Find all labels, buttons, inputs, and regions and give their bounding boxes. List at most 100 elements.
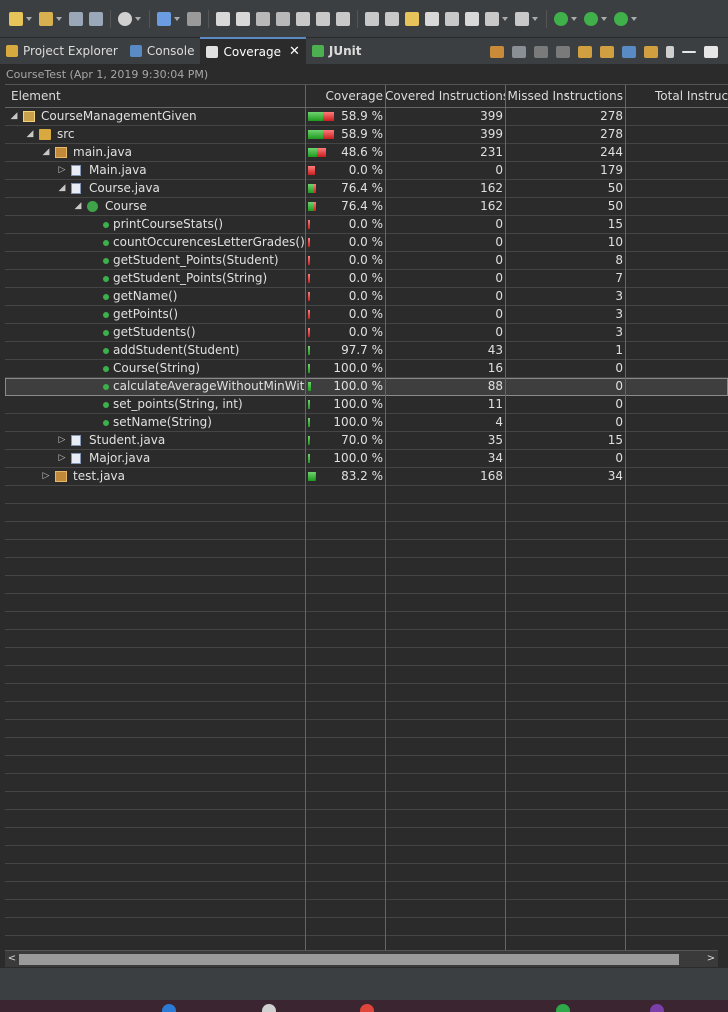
skip-breakpoints-icon[interactable] bbox=[187, 11, 201, 26]
table-row[interactable]: ◢ Course.java 76.4 % 162 50 bbox=[5, 180, 728, 198]
dropdown-arrow-icon[interactable] bbox=[26, 16, 32, 21]
step-return-icon[interactable] bbox=[336, 11, 350, 26]
resume-icon[interactable] bbox=[216, 11, 230, 26]
coverage-session-icon[interactable] bbox=[512, 45, 526, 58]
whitespace-icon[interactable] bbox=[515, 11, 529, 26]
debug-icon[interactable] bbox=[614, 11, 628, 26]
run-coverage-icon[interactable] bbox=[554, 11, 568, 26]
user-icon[interactable] bbox=[118, 11, 132, 26]
new-icon[interactable] bbox=[9, 11, 23, 26]
table-row[interactable]: ▷ Major.java 100.0 % 34 0 bbox=[5, 450, 728, 468]
collapsed-twisty-icon[interactable]: ▷ bbox=[57, 162, 67, 179]
column-divider[interactable] bbox=[305, 85, 306, 950]
save-all-icon[interactable] bbox=[89, 11, 103, 26]
link-with-editor-icon[interactable] bbox=[644, 45, 658, 58]
column-divider[interactable] bbox=[385, 85, 386, 950]
table-row[interactable]: printCourseStats() 0.0 % 0 15 bbox=[5, 216, 728, 234]
column-header-element[interactable]: Element bbox=[5, 85, 305, 108]
merge-sessions-icon[interactable] bbox=[578, 45, 592, 58]
table-row[interactable]: ◢ main.java 48.6 % 231 244 bbox=[5, 144, 728, 162]
view-menu-icon[interactable] bbox=[666, 45, 674, 58]
export-session-icon[interactable] bbox=[490, 45, 504, 58]
maximize-icon[interactable] bbox=[704, 45, 718, 58]
dropdown-arrow-icon[interactable] bbox=[135, 16, 141, 21]
expanded-twisty-icon[interactable]: ◢ bbox=[9, 108, 19, 125]
coverage-bar bbox=[308, 238, 310, 247]
column-header-covered-instructions[interactable]: Covered Instructions bbox=[385, 85, 505, 108]
save-icon[interactable] bbox=[69, 11, 83, 26]
console-icon[interactable] bbox=[157, 11, 171, 26]
collapse-all-icon[interactable] bbox=[622, 45, 636, 58]
collapsed-twisty-icon[interactable]: ▷ bbox=[57, 450, 67, 467]
remove-session-icon[interactable] bbox=[534, 45, 548, 58]
collapsed-twisty-icon[interactable]: ▷ bbox=[57, 432, 67, 449]
column-divider[interactable] bbox=[625, 85, 626, 950]
dropdown-arrow-icon[interactable] bbox=[571, 16, 577, 21]
taskbar-app-icon[interactable] bbox=[556, 1004, 570, 1012]
dropdown-arrow-icon[interactable] bbox=[56, 16, 62, 21]
tab-junit[interactable]: JUnit bbox=[306, 37, 368, 64]
taskbar-app-icon[interactable] bbox=[650, 1004, 664, 1012]
column-header-missed-instructions[interactable]: ⌄ Missed Instructions bbox=[505, 85, 625, 108]
dropdown-arrow-icon[interactable] bbox=[601, 16, 607, 21]
table-row[interactable]: addStudent(Student) 97.7 % 43 1 bbox=[5, 342, 728, 360]
tab-console[interactable]: Console bbox=[124, 37, 201, 64]
table-row[interactable]: getName() 0.0 % 0 3 bbox=[5, 288, 728, 306]
remove-all-sessions-icon[interactable] bbox=[556, 45, 570, 58]
close-tab-icon[interactable]: ✕ bbox=[289, 44, 300, 59]
disconnect-icon[interactable] bbox=[276, 11, 290, 26]
minimize-icon[interactable] bbox=[682, 50, 696, 53]
tab-project-explorer[interactable]: Project Explorer bbox=[0, 37, 124, 64]
table-row[interactable]: ◢ Course 76.4 % 162 50 bbox=[5, 198, 728, 216]
table-row[interactable]: getStudent_Points(String) 0.0 % 0 7 bbox=[5, 270, 728, 288]
table-row[interactable]: ▷ Main.java 0.0 % 0 179 bbox=[5, 162, 728, 180]
tab-coverage[interactable]: Coverage ✕ bbox=[200, 37, 306, 64]
table-row[interactable]: set_points(String, int) 100.0 % 11 0 bbox=[5, 396, 728, 414]
table-row[interactable]: getPoints() 0.0 % 0 3 bbox=[5, 306, 728, 324]
open-task-icon[interactable] bbox=[385, 11, 399, 26]
terminate-icon[interactable] bbox=[256, 11, 270, 26]
table-row[interactable]: countOccurencesLetterGrades() 0.0 % 0 10 bbox=[5, 234, 728, 252]
expanded-twisty-icon[interactable]: ◢ bbox=[25, 126, 35, 143]
column-header-total-instructions[interactable]: Total Instruc bbox=[625, 85, 728, 108]
taskbar-app-icon[interactable] bbox=[262, 1004, 276, 1012]
scroll-right-button[interactable]: > bbox=[705, 951, 717, 967]
column-divider[interactable] bbox=[505, 85, 506, 950]
step-over-icon[interactable] bbox=[316, 11, 330, 26]
select-counters-icon[interactable] bbox=[600, 45, 614, 58]
expanded-twisty-icon[interactable]: ◢ bbox=[73, 198, 83, 215]
collapsed-twisty-icon[interactable]: ▷ bbox=[41, 468, 51, 485]
scrollbar-thumb[interactable] bbox=[19, 954, 679, 965]
covered-instructions-cell: 0 bbox=[495, 253, 503, 267]
table-row[interactable]: ▷ test.java 83.2 % 168 34 bbox=[5, 468, 728, 486]
taskbar-app-icon[interactable] bbox=[360, 1004, 374, 1012]
step-into-icon[interactable] bbox=[296, 11, 310, 26]
expanded-twisty-icon[interactable]: ◢ bbox=[41, 144, 51, 161]
toggle-mark-icon[interactable] bbox=[405, 11, 419, 26]
dropdown-arrow-icon[interactable] bbox=[532, 16, 538, 21]
toggle-source-icon[interactable] bbox=[365, 11, 379, 26]
taskbar-app-icon[interactable] bbox=[162, 1004, 176, 1012]
expanded-twisty-icon[interactable]: ◢ bbox=[57, 180, 67, 197]
open-type-icon[interactable] bbox=[465, 11, 479, 26]
edit-icon[interactable] bbox=[425, 11, 439, 26]
scroll-left-button[interactable]: < bbox=[6, 951, 18, 967]
table-row[interactable]: getStudents() 0.0 % 0 3 bbox=[5, 324, 728, 342]
run-icon[interactable] bbox=[584, 11, 598, 26]
dropdown-arrow-icon[interactable] bbox=[502, 16, 508, 21]
dropdown-arrow-icon[interactable] bbox=[631, 16, 637, 21]
column-header-coverage[interactable]: Coverage bbox=[305, 85, 385, 108]
table-row[interactable]: calculateAverageWithoutMinWith 100.0 % 88 0 bbox=[5, 378, 728, 396]
table-row[interactable]: ◢ src 58.9 % 399 278 bbox=[5, 126, 728, 144]
new-package-icon[interactable] bbox=[39, 11, 53, 26]
table-row[interactable]: Course(String) 100.0 % 16 0 bbox=[5, 360, 728, 378]
external-tools-icon[interactable] bbox=[445, 11, 459, 26]
table-row[interactable]: ◢ CourseManagementGiven 58.9 % 399 278 bbox=[5, 108, 728, 126]
table-row[interactable]: ▷ Student.java 70.0 % 35 15 bbox=[5, 432, 728, 450]
table-row[interactable]: setName(String) 100.0 % 4 0 bbox=[5, 414, 728, 432]
table-row[interactable]: getStudent_Points(Student) 0.0 % 0 8 bbox=[5, 252, 728, 270]
open-file-icon[interactable] bbox=[485, 11, 499, 26]
horizontal-scrollbar[interactable]: < > bbox=[5, 950, 718, 967]
suspend-icon[interactable] bbox=[236, 11, 250, 26]
dropdown-arrow-icon[interactable] bbox=[174, 16, 180, 21]
